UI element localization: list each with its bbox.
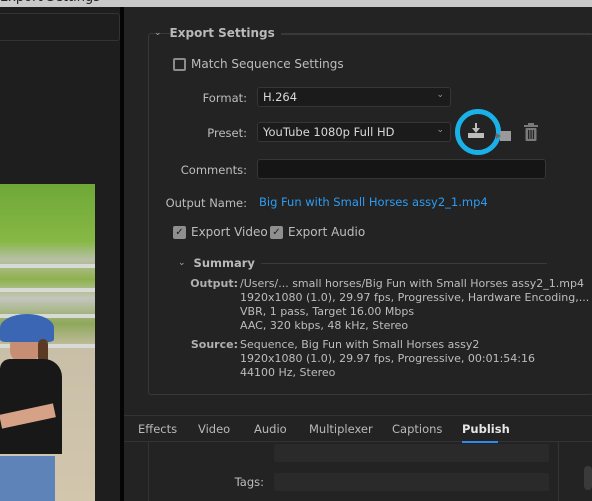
output-name-link[interactable]: Big Fun with Small Horses assy2_1.mp4 bbox=[259, 195, 488, 209]
summary-output-lines: /Users/... small horses/Big Fun with Sma… bbox=[240, 277, 589, 333]
output-name-label: Output Name: bbox=[165, 196, 247, 210]
preview-tab-bar bbox=[0, 13, 120, 41]
checkbox-label: Export Video bbox=[191, 225, 268, 239]
tab-video[interactable]: Video bbox=[198, 422, 230, 436]
save-preset-icon bbox=[468, 123, 484, 138]
summary-line: 1920x1080 (1.0), 29.97 fps, Progressive,… bbox=[240, 352, 536, 365]
summary-line: 1920x1080 (1.0), 29.97 fps, Progressive,… bbox=[240, 291, 590, 304]
window-title: Export Settings bbox=[0, 0, 100, 5]
format-label: Format: bbox=[202, 91, 247, 105]
export-settings-header[interactable]: ⌄ Export Settings bbox=[154, 26, 281, 40]
settings-tab-bar: Effects Video Audio Multiplexer Captions… bbox=[124, 415, 592, 443]
chevron-down-icon[interactable]: ⌄ bbox=[178, 258, 186, 268]
chevron-down-icon: ⌄ bbox=[436, 125, 444, 135]
chevron-down-icon: ⌄ bbox=[436, 90, 444, 100]
chevron-down-icon[interactable]: ⌄ bbox=[154, 28, 162, 38]
match-sequence-checkbox[interactable]: Match Sequence Settings bbox=[173, 57, 344, 71]
scrollbar-thumb[interactable] bbox=[584, 466, 592, 490]
preset-value: YouTube 1080p Full HD bbox=[263, 125, 395, 139]
import-preset-icon bbox=[496, 131, 511, 141]
summary-line: VBR, 1 pass, Target 16.00 Mbps bbox=[240, 305, 415, 318]
import-preset-button[interactable] bbox=[496, 127, 512, 146]
format-dropdown[interactable]: H.264 ⌄ bbox=[257, 87, 451, 107]
preview-person-cap bbox=[0, 314, 54, 342]
section-divider bbox=[247, 263, 547, 264]
summary-line: 44100 Hz, Stereo bbox=[240, 366, 336, 379]
delete-preset-button[interactable] bbox=[523, 123, 539, 145]
checkmark-icon[interactable]: ✓ bbox=[173, 225, 186, 239]
tab-captions[interactable]: Captions bbox=[392, 422, 442, 436]
comments-label: Comments: bbox=[180, 163, 247, 177]
checkbox-label: Export Audio bbox=[288, 225, 366, 239]
checkbox-box[interactable] bbox=[173, 57, 186, 71]
publish-panel: Tags: bbox=[124, 442, 592, 501]
summary-line: AAC, 320 kbps, 48 kHz, Stereo bbox=[240, 319, 409, 332]
trash-icon bbox=[524, 123, 538, 141]
preset-dropdown[interactable]: YouTube 1080p Full HD ⌄ bbox=[257, 122, 451, 142]
tags-input[interactable] bbox=[274, 473, 549, 491]
section-divider bbox=[274, 34, 592, 35]
publish-field-input[interactable] bbox=[274, 444, 549, 462]
section-title: Export Settings bbox=[169, 26, 281, 40]
tab-multiplexer[interactable]: Multiplexer bbox=[309, 422, 373, 436]
summary-output-key: Output: bbox=[190, 277, 238, 290]
comments-input[interactable] bbox=[257, 159, 546, 179]
save-preset-button[interactable] bbox=[467, 123, 485, 143]
fence-rail bbox=[0, 264, 95, 268]
panel-border bbox=[558, 442, 559, 501]
preview-person-jeans bbox=[0, 456, 55, 501]
tab-publish[interactable]: Publish bbox=[462, 422, 510, 436]
summary-line: /Users/... small horses/Big Fun with Sma… bbox=[240, 277, 584, 290]
export-video-checkbox[interactable]: ✓ Export Video bbox=[173, 225, 268, 239]
export-settings-pane: ⌄ Export Settings Match Sequence Setting… bbox=[124, 7, 592, 501]
window-titlebar: Export Settings bbox=[0, 0, 592, 7]
format-value: H.264 bbox=[263, 90, 298, 104]
checkmark-icon[interactable]: ✓ bbox=[270, 225, 283, 239]
preset-label: Preset: bbox=[207, 126, 247, 140]
fence-rail bbox=[0, 288, 95, 292]
panel-border bbox=[148, 442, 149, 501]
summary-title: Summary bbox=[193, 256, 261, 270]
summary-source-key: Source: bbox=[190, 338, 238, 351]
checkbox-label: Match Sequence Settings bbox=[191, 57, 344, 71]
tags-label: Tags: bbox=[234, 475, 264, 489]
summary-line: Sequence, Big Fun with Small Horses assy… bbox=[240, 338, 480, 351]
tab-effects[interactable]: Effects bbox=[138, 422, 177, 436]
summary-header[interactable]: ⌄ Summary bbox=[178, 256, 261, 270]
export-audio-checkbox[interactable]: ✓ Export Audio bbox=[270, 225, 365, 239]
video-preview-frame bbox=[0, 184, 95, 501]
summary-source-lines: Sequence, Big Fun with Small Horses assy… bbox=[240, 338, 535, 380]
tab-audio[interactable]: Audio bbox=[254, 422, 287, 436]
